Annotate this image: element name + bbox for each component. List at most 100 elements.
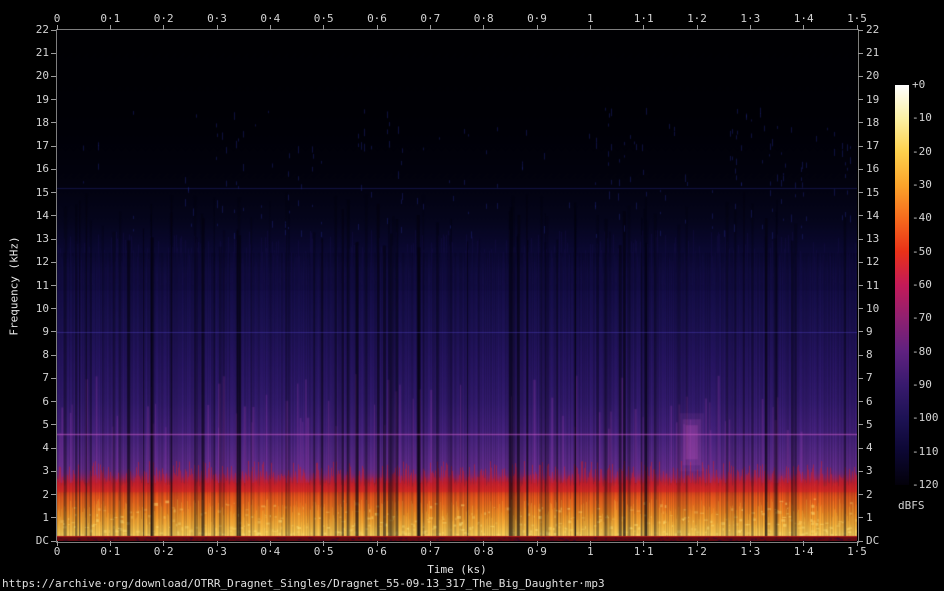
y-tick-label-right: 2 xyxy=(866,487,873,501)
y-tick-label-left: 4 xyxy=(42,441,49,455)
y-tick-right xyxy=(858,52,863,54)
y-tick-right xyxy=(858,192,863,194)
y-tick-right xyxy=(858,99,863,101)
x-tick-label-bottom: 0·7 xyxy=(420,545,441,558)
y-tick-label-left: 14 xyxy=(35,208,49,222)
y-tick-label-left: 5 xyxy=(42,417,49,431)
y-tick-left xyxy=(51,285,56,286)
x-tick-label-top: 0·8 xyxy=(473,12,494,25)
y-tick-left xyxy=(51,238,56,240)
y-tick-right xyxy=(858,424,863,426)
x-tick-top xyxy=(696,25,698,30)
colorbar-tick-label: -60 xyxy=(912,278,932,291)
y-tick-right xyxy=(858,447,863,449)
x-tick-label-bottom: 0·5 xyxy=(313,545,334,558)
colorbar-tick-label: -20 xyxy=(912,144,932,158)
y-tick-label-right: 4 xyxy=(866,441,873,455)
y-tick-label-right: 7 xyxy=(866,371,873,385)
x-tick-label-top: 0·4 xyxy=(260,12,281,25)
x-tick-top xyxy=(803,25,805,30)
x-tick-label-top: 1 xyxy=(587,12,594,25)
y-tick-left xyxy=(51,145,56,147)
x-tick-top xyxy=(323,25,325,30)
y-tick-left xyxy=(51,494,56,496)
x-tick-top xyxy=(269,25,271,30)
y-tick-left xyxy=(51,215,56,217)
x-tick-label-top: 1·4 xyxy=(793,12,814,25)
y-tick-left xyxy=(51,29,56,31)
y-tick-right xyxy=(858,261,863,263)
y-tick-label-right: 12 xyxy=(866,255,880,269)
y-tick-right xyxy=(858,494,863,496)
y-tick-left xyxy=(51,308,56,310)
colorbar-tick-label: -40 xyxy=(912,211,932,225)
y-tick-label-right: 3 xyxy=(866,464,873,478)
colorbar-tick-label: -120 xyxy=(912,478,939,491)
x-tick-top xyxy=(163,25,165,30)
x-tick-top xyxy=(376,25,378,30)
y-tick-left xyxy=(51,424,56,426)
y-tick-right xyxy=(858,75,863,77)
y-tick-left xyxy=(51,168,56,170)
source-url-text: https://archive·org/download/OTRR_Dragne… xyxy=(2,577,605,590)
x-axis-title: Time (ks) xyxy=(427,563,487,576)
y-tick-label-left: 3 xyxy=(42,464,49,478)
y-tick-label-right: 19 xyxy=(866,92,880,106)
y-tick-label-right: 17 xyxy=(866,139,880,153)
x-tick-label-top: 1·5 xyxy=(847,12,867,25)
x-tick-top xyxy=(749,25,751,30)
colorbar-tick-label: +0 xyxy=(912,78,926,91)
colorbar-unit-label: dBFS xyxy=(898,499,925,512)
x-tick-label-bottom: 0·6 xyxy=(367,545,387,558)
y-tick-label-left: 22 xyxy=(35,23,49,36)
y-tick-label-left: 18 xyxy=(35,115,49,129)
x-tick-top xyxy=(536,25,538,30)
x-tick-top xyxy=(56,25,58,30)
colorbar-tick-label: -30 xyxy=(912,178,932,191)
x-tick-label-top: 1·1 xyxy=(633,12,654,25)
y-tick-label-right: 15 xyxy=(866,185,880,199)
y-tick-label-left: 20 xyxy=(35,69,49,83)
y-tick-right xyxy=(858,377,863,379)
colorbar-tick-label: -70 xyxy=(912,311,932,325)
x-tick-label-top: 1·3 xyxy=(740,12,761,25)
x-tick-top xyxy=(429,25,431,30)
x-tick-label-top: 0·7 xyxy=(420,12,441,25)
x-tick-top xyxy=(643,25,645,30)
y-tick-label-right: 21 xyxy=(866,46,880,60)
y-tick-right xyxy=(858,168,863,170)
x-tick-label-bottom: 0·1 xyxy=(100,545,121,558)
y-axis-title: Frequency (kHz) xyxy=(7,236,21,336)
x-tick-label-top: 0·3 xyxy=(207,12,227,25)
y-tick-label-right: 18 xyxy=(866,115,880,129)
y-tick-right xyxy=(858,470,863,472)
y-tick-right xyxy=(858,354,863,356)
y-tick-label-right: 8 xyxy=(866,348,873,362)
y-tick-right xyxy=(858,238,863,240)
y-tick-label-left: 19 xyxy=(35,92,49,106)
y-tick-right xyxy=(858,308,863,310)
y-tick-left xyxy=(51,377,56,379)
x-tick-label-top: 0·2 xyxy=(153,12,174,25)
x-tick-label-bottom: 1·5 xyxy=(847,545,867,558)
y-tick-label-right: 5 xyxy=(866,417,873,431)
y-tick-label-right: 9 xyxy=(866,324,873,338)
y-tick-right xyxy=(858,285,863,286)
y-tick-label-right: 22 xyxy=(866,23,880,36)
x-tick-label-top: 1·2 xyxy=(687,12,707,25)
colorbar-tick-label: -110 xyxy=(912,444,939,458)
y-tick-left xyxy=(51,52,56,54)
y-tick-left xyxy=(51,331,56,333)
x-tick-label-bottom: 0·4 xyxy=(260,545,281,558)
y-tick-label-left: 7 xyxy=(42,371,49,385)
colorbar-tick-label: -50 xyxy=(912,244,932,258)
y-tick-left xyxy=(51,192,56,194)
x-tick-label-top: 0 xyxy=(53,12,61,25)
x-tick-label-bottom: 0·3 xyxy=(207,545,227,558)
x-tick-top xyxy=(589,25,591,30)
y-tick-left xyxy=(51,122,56,124)
plot-frame xyxy=(56,29,859,543)
x-tick-label-bottom: 1·2 xyxy=(687,545,707,558)
y-tick-left xyxy=(51,401,56,403)
x-tick-top xyxy=(109,25,111,30)
